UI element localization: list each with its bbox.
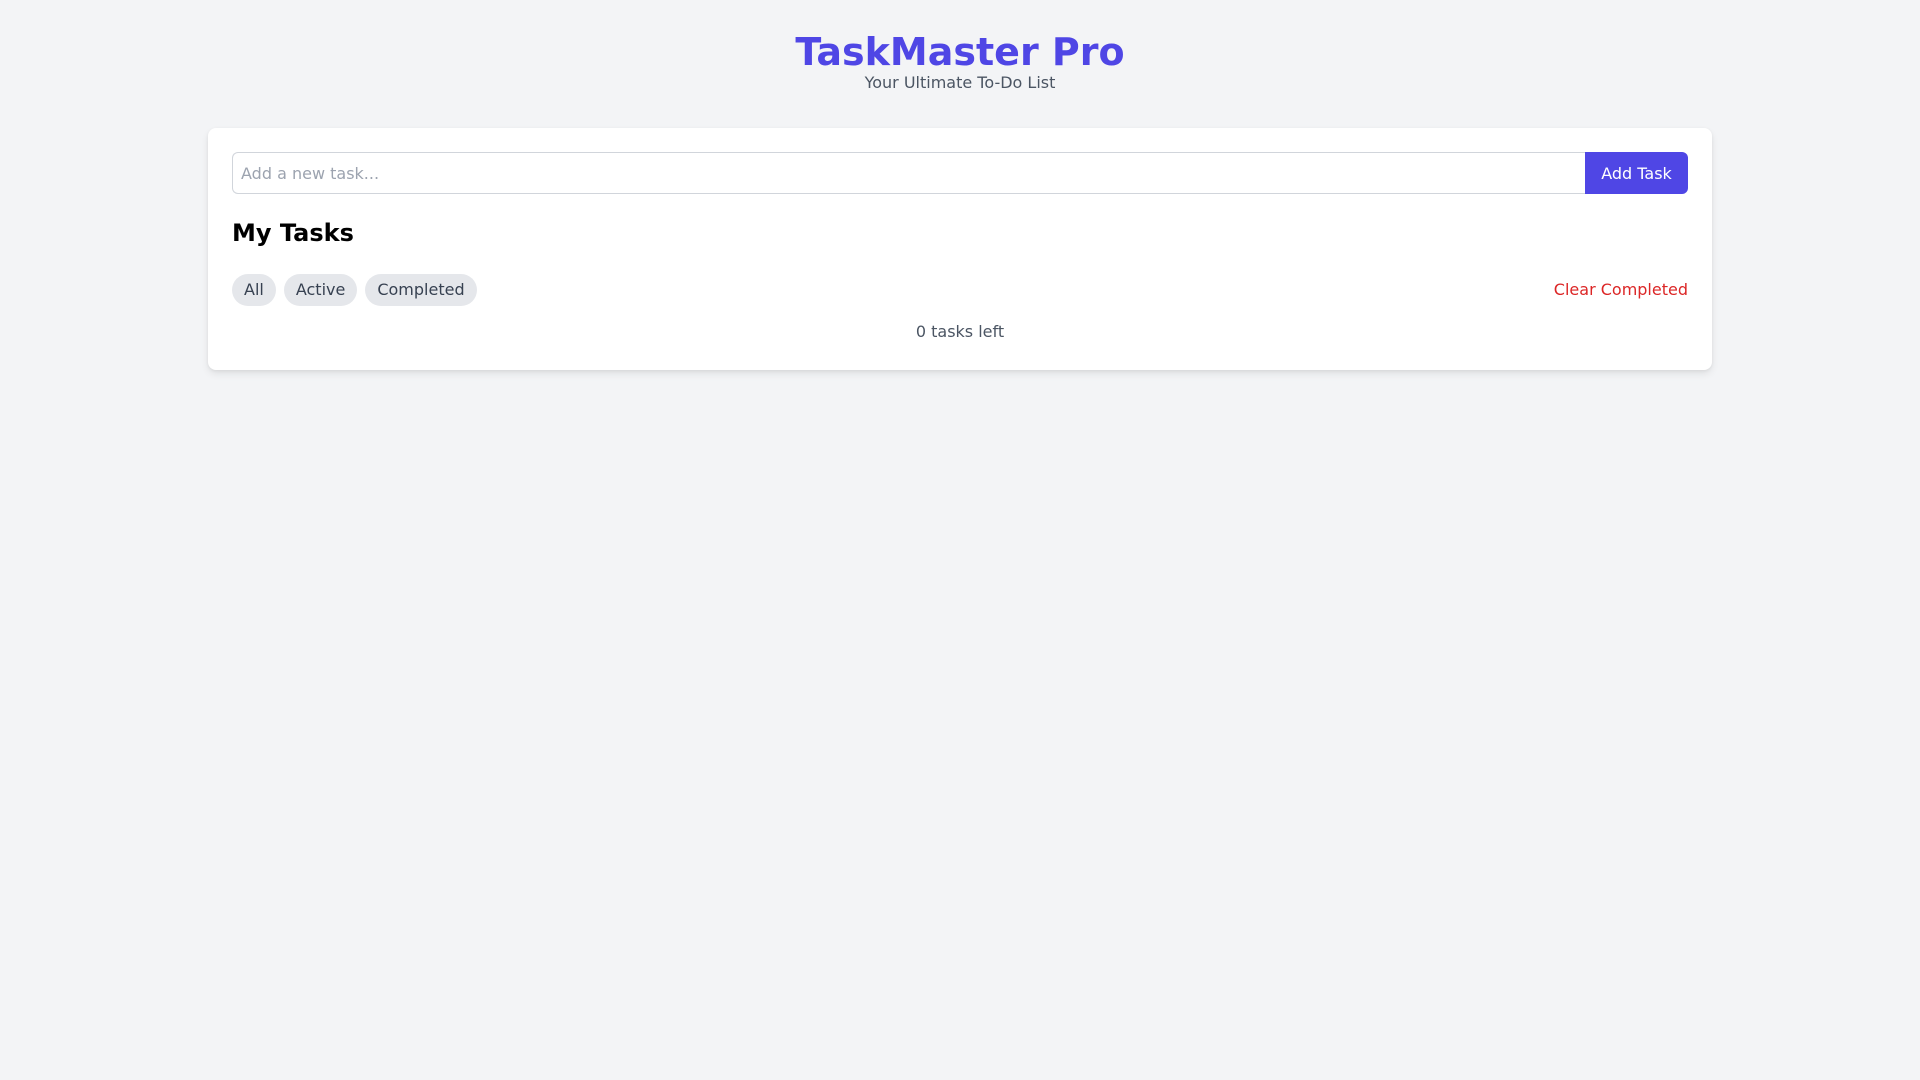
app-subtitle: Your Ultimate To-Do List	[864, 73, 1056, 92]
app-title: TaskMaster Pro	[795, 30, 1125, 74]
filter-all-button[interactable]: All	[232, 274, 276, 306]
section-title: My Tasks	[232, 219, 354, 247]
add-task-row: Add Task	[232, 152, 1688, 194]
add-task-button[interactable]: Add Task	[1585, 152, 1688, 194]
filter-group: All Active Completed	[232, 274, 477, 306]
clear-completed-button[interactable]: Clear Completed	[1554, 274, 1688, 306]
task-card: Add Task My Tasks All Active Completed C…	[208, 128, 1712, 370]
filter-active-button[interactable]: Active	[283, 274, 358, 306]
filter-completed-button[interactable]: Completed	[365, 274, 477, 306]
tasks-left-counter: 0 tasks left	[915, 322, 1005, 341]
new-task-input[interactable]	[232, 152, 1585, 194]
